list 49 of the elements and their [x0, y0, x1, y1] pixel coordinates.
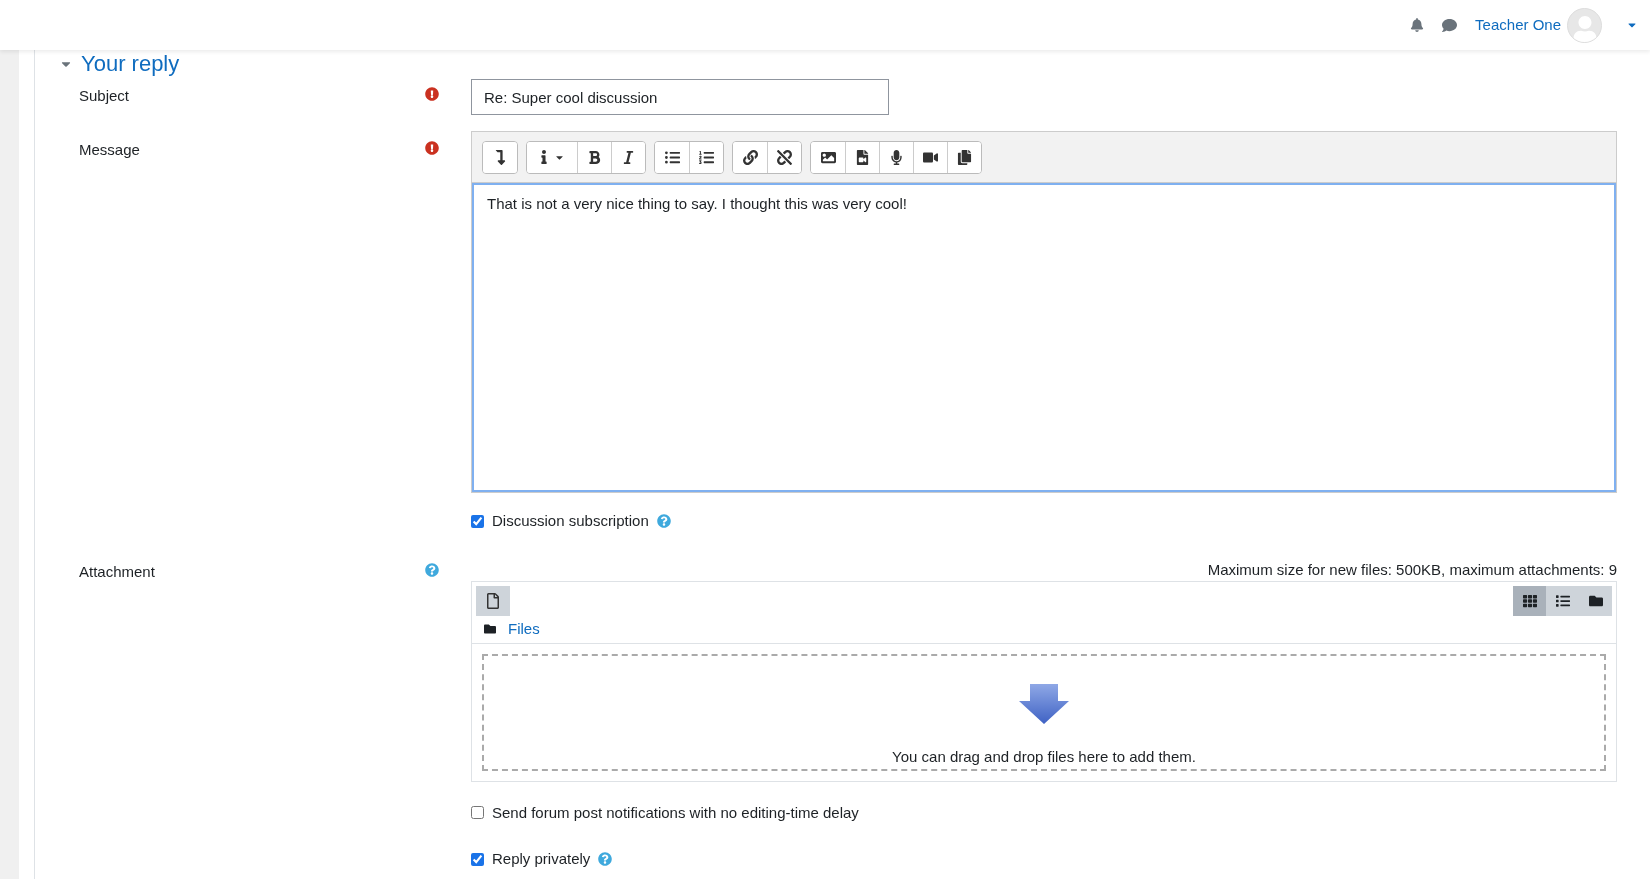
add-file-button[interactable] [476, 585, 510, 616]
collapse-toolbar-button[interactable] [483, 141, 517, 173]
message-textarea[interactable]: That is not a very nice thing to say. I thought this was very cool! [472, 183, 1616, 492]
video-file-icon [855, 149, 870, 165]
checkbox[interactable] [471, 806, 484, 820]
messages-icon[interactable] [1442, 17, 1458, 33]
checkbox[interactable] [471, 852, 484, 866]
unlink-button[interactable] [767, 141, 801, 173]
upload-limits: Maximum size for new files: 500KB, maximum attachments: 9 [1207, 560, 1617, 579]
checkbox-label: Discussion subscription [492, 511, 649, 531]
section-title[interactable]: Your reply [81, 53, 180, 75]
user-name[interactable]: Teacher One [1475, 13, 1561, 37]
file-icon [486, 592, 500, 609]
microphone-icon [889, 149, 904, 165]
files-path-link[interactable]: Files [508, 617, 540, 641]
dropzone-text: You can drag and drop files here to add them. [892, 746, 1196, 767]
italic-button[interactable] [611, 141, 645, 173]
field-label: Message [79, 140, 141, 160]
numbered-list-icon [699, 149, 714, 165]
checkbox[interactable] [471, 514, 484, 528]
paste-button[interactable] [947, 141, 981, 173]
help-icon[interactable] [656, 514, 671, 529]
checkbox-label: Reply privately [492, 849, 591, 869]
help-icon[interactable] [598, 852, 613, 867]
grid-view-button[interactable] [1513, 585, 1546, 616]
down-arrow-icon [1019, 683, 1069, 724]
info-icon [539, 150, 549, 164]
bold-icon [587, 149, 602, 165]
file-dropzone[interactable]: You can drag and drop files here to add them. [482, 653, 1606, 771]
list-view-icon [1555, 593, 1570, 608]
unlink-icon [777, 149, 792, 165]
bullet-list-icon [664, 149, 680, 165]
field-label: Attachment [79, 561, 156, 582]
folder-view-icon [1588, 593, 1603, 608]
notification-bell-icon[interactable] [1410, 18, 1425, 32]
link-icon [742, 149, 758, 165]
numbered-list-button[interactable] [689, 141, 723, 173]
required-icon [425, 87, 439, 101]
italic-icon [621, 149, 636, 165]
checkbox-label: Send forum post notifications with no editing-time delay [492, 802, 859, 823]
paste-icon [957, 149, 972, 165]
grid-view-icon [1522, 593, 1537, 608]
folder-icon [484, 623, 496, 635]
field-label: Subject [79, 86, 131, 106]
message-text: That is not a very nice thing to say. I thought this was very cool! [487, 195, 907, 212]
help-icon[interactable] [425, 562, 439, 577]
required-icon [425, 141, 439, 155]
image-icon [820, 149, 836, 165]
subject-input[interactable]: Re: Super cool discussion [471, 79, 889, 115]
